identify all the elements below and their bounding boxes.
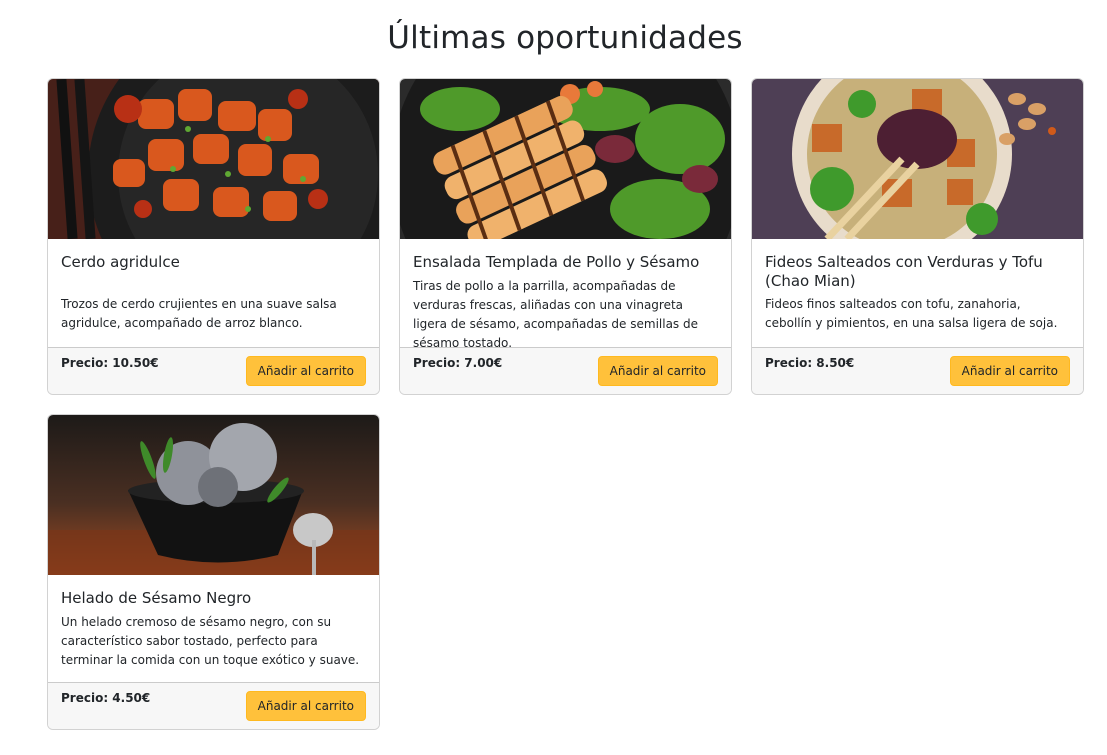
product-card-cerdo: Cerdo agridulce Trozos de cerdo crujient… [47,78,380,395]
add-to-cart-button[interactable]: Añadir al carrito [245,356,366,386]
product-image[interactable] [752,79,1083,239]
card-footer: Precio: 10.50€ Añadir al carrito [48,347,379,394]
product-image[interactable] [48,415,379,575]
product-price: Precio: 10.50€ [61,356,159,370]
product-price: Precio: 8.50€ [765,356,855,370]
card-footer: Precio: 8.50€ Añadir al carrito [752,347,1083,394]
product-card-ensalada: Ensalada Templada de Pollo y Sésamo Tira… [399,78,732,395]
add-to-cart-button[interactable]: Añadir al carrito [949,356,1070,386]
product-card-helado: Helado de Sésamo Negro Un helado cremoso… [47,414,380,730]
product-description: Un helado cremoso de sésamo negro, con s… [61,615,360,667]
add-to-cart-button[interactable]: Añadir al carrito [597,356,718,386]
product-description: Trozos de cerdo crujientes en una suave … [61,297,337,330]
product-image[interactable] [48,79,379,239]
card-footer: Precio: 7.00€ Añadir al carrito [400,347,731,394]
product-card-fideos: Fideos Salteados con Verduras y Tofu (Ch… [751,78,1084,395]
product-title: Ensalada Templada de Pollo y Sésamo [413,253,700,271]
product-price: Precio: 7.00€ [413,356,503,370]
product-image[interactable] [400,79,731,239]
product-title: Cerdo agridulce [61,253,180,271]
add-to-cart-button[interactable]: Añadir al carrito [245,691,366,721]
card-footer: Precio: 4.50€ Añadir al carrito [48,682,379,729]
product-description: Tiras de pollo a la parrilla, acompañada… [413,279,698,350]
product-title: Fideos Salteados con Verduras y Tofu (Ch… [765,253,1043,290]
product-price: Precio: 4.50€ [61,691,151,705]
page-title: Últimas oportunidades [387,20,743,56]
product-description: Fideos finos salteados con tofu, zanahor… [765,297,1058,330]
product-title: Helado de Sésamo Negro [61,589,252,607]
